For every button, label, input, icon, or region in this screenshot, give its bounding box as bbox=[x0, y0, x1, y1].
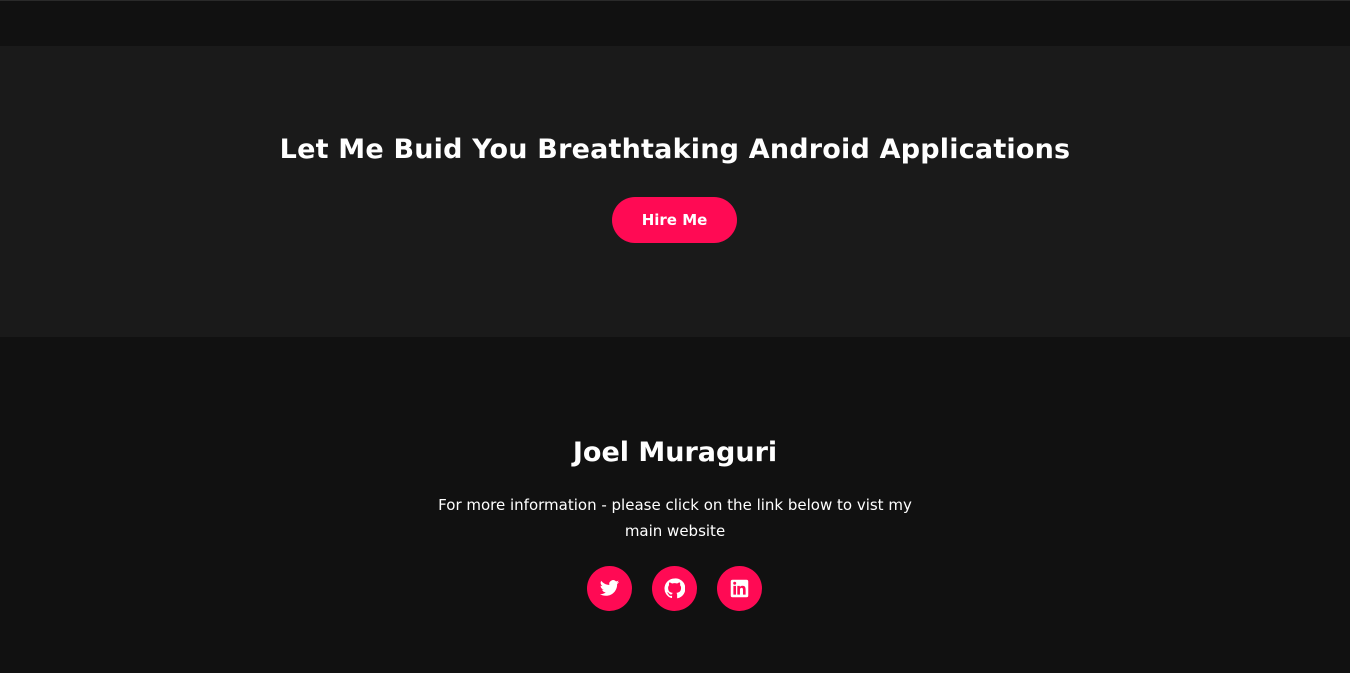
page: Let Me Buid You Breathtaking Android App… bbox=[0, 0, 1350, 673]
hire-section: Let Me Buid You Breathtaking Android App… bbox=[0, 46, 1350, 337]
github-link[interactable] bbox=[652, 566, 697, 611]
twitter-link[interactable] bbox=[587, 566, 632, 611]
footer-description: For more information - please click on t… bbox=[438, 496, 912, 540]
hire-me-button[interactable]: Hire Me bbox=[612, 197, 737, 243]
footer: Joel Muraguri For more information - ple… bbox=[0, 337, 1350, 673]
linkedin-icon bbox=[730, 579, 749, 598]
footer-name: Joel Muraguri bbox=[572, 437, 778, 468]
top-bar bbox=[0, 0, 1350, 46]
hire-title: Let Me Buid You Breathtaking Android App… bbox=[279, 134, 1071, 165]
github-icon bbox=[664, 578, 685, 599]
linkedin-link[interactable] bbox=[717, 566, 762, 611]
twitter-icon bbox=[599, 580, 620, 596]
